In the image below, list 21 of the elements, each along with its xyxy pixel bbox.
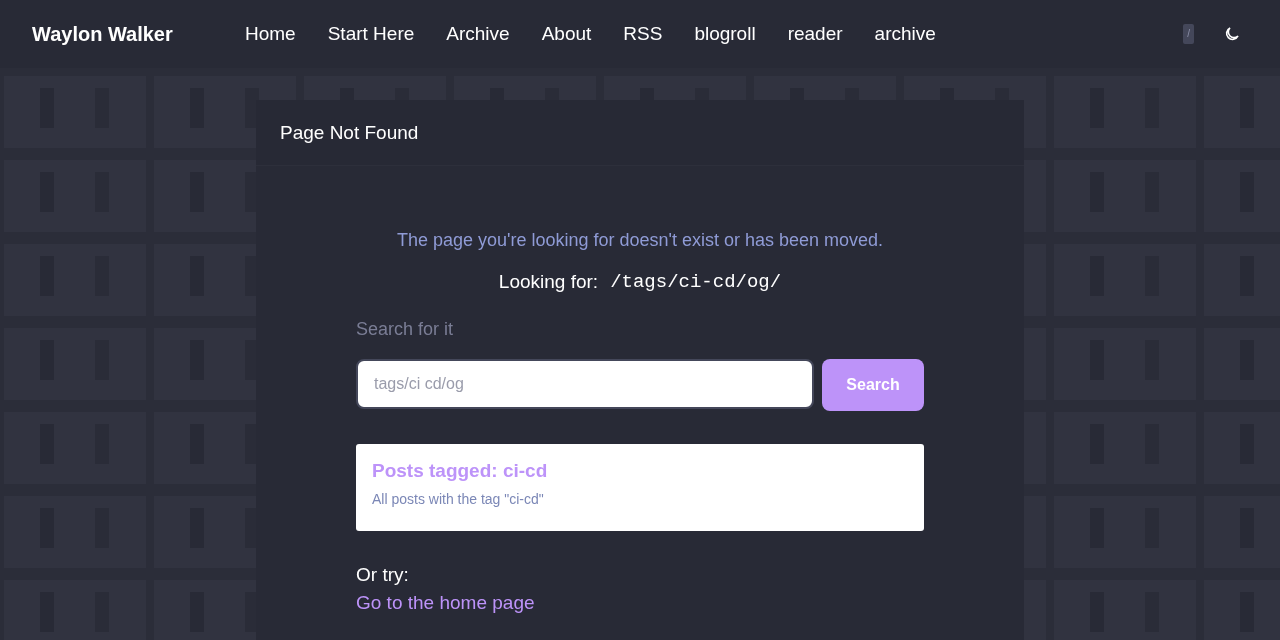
nav-link[interactable]: Start Here — [327, 23, 415, 45]
looking-for-label: Looking for: — [498, 271, 599, 293]
theme-toggle-button[interactable] — [1224, 26, 1240, 42]
nav-link[interactable]: reader — [787, 23, 843, 45]
search-field[interactable]: tags/ci cd/og — [356, 359, 814, 409]
requested-path: /tags/ci-cd/og/ — [610, 271, 782, 293]
error-message: The page you're looking for doesn't exist or has been moved. — [396, 230, 884, 251]
or-try-label: Or try: — [356, 564, 410, 586]
nav-link[interactable]: blogroll — [694, 23, 756, 45]
nav-link[interactable]: Archive — [446, 23, 510, 45]
site-title[interactable]: Waylon Walker — [32, 22, 245, 46]
nav-link[interactable]: RSS — [623, 23, 663, 45]
nav-link[interactable]: About — [541, 23, 592, 45]
home-link[interactable]: Go to the home page — [356, 592, 535, 614]
result-card[interactable]: Posts tagged: ci-cd All posts with the tag "ci-cd" — [356, 444, 924, 531]
nav-link[interactable]: Home — [245, 23, 296, 45]
nav-link[interactable]: archive — [874, 23, 936, 45]
card-title: Page Not Found — [280, 121, 419, 144]
search-label: Search for it — [356, 319, 455, 340]
moon-icon — [1224, 26, 1240, 42]
result-description: All posts with the tag "ci-cd" — [372, 491, 545, 507]
